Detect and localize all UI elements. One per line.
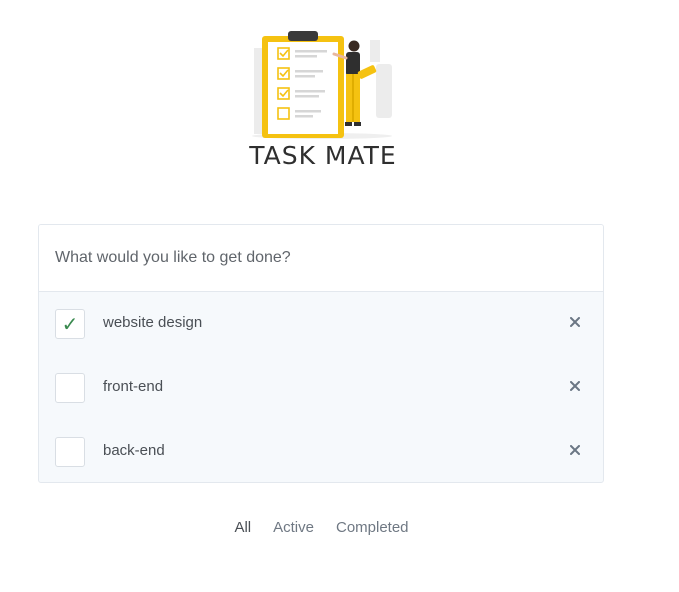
- new-task-row: [39, 225, 603, 292]
- close-icon: [570, 381, 580, 391]
- task-list: ✓ website design front-end back-end: [39, 292, 603, 482]
- delete-task-button[interactable]: [566, 441, 584, 459]
- close-icon: [570, 445, 580, 455]
- close-icon: [570, 317, 580, 327]
- task-label: website design: [103, 314, 203, 331]
- clipboard-illustration: [252, 31, 392, 139]
- task-label: front-end: [103, 378, 164, 395]
- filter-active[interactable]: Active: [262, 519, 325, 536]
- task-checkbox[interactable]: [55, 437, 85, 467]
- task-item: back-end: [39, 420, 603, 482]
- app-logo: TASK MATE: [240, 28, 406, 178]
- todo-card: ✓ website design front-end: [38, 224, 604, 483]
- filter-bar: All Active Completed: [0, 519, 643, 536]
- task-item: ✓ website design: [39, 292, 603, 356]
- filter-completed[interactable]: Completed: [325, 519, 420, 536]
- logo-title: TASK MATE: [249, 141, 397, 170]
- task-label: back-end: [103, 442, 165, 459]
- delete-task-button[interactable]: [566, 377, 584, 395]
- todo-app: TASK MATE ✓ website design front-end: [0, 0, 679, 592]
- task-checkbox[interactable]: [55, 373, 85, 403]
- task-checkbox[interactable]: ✓: [55, 309, 85, 339]
- delete-task-button[interactable]: [566, 313, 584, 331]
- filter-all[interactable]: All: [223, 519, 262, 536]
- checkmark-icon: ✓: [61, 312, 79, 336]
- task-item: front-end: [39, 356, 603, 420]
- new-task-input[interactable]: [55, 249, 575, 267]
